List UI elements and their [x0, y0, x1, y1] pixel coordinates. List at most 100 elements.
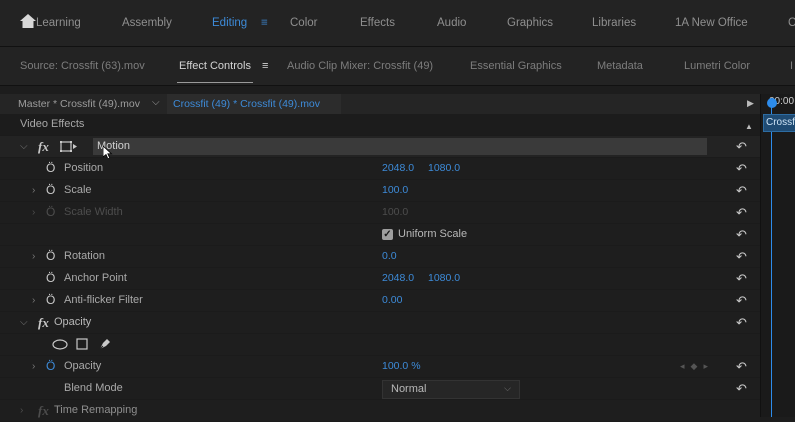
collapse-chevron-icon[interactable]: ⌵ [20, 312, 28, 333]
panel-tab-effect-controls[interactable]: Effect Controls [177, 60, 253, 83]
blend-mode-label: Blend Mode [64, 382, 123, 394]
opacity-effect-label: Opacity [54, 316, 92, 328]
position-row: Ö Position 2048.0 1080.0 ↶ [0, 158, 760, 180]
reset-icon[interactable]: ↶ [736, 224, 747, 245]
rectangle-mask-icon[interactable] [76, 338, 88, 350]
time-remapping-label: Time Remapping [54, 404, 138, 416]
reset-icon[interactable]: ↶ [736, 378, 747, 399]
stopwatch-icon[interactable]: Ö [46, 246, 55, 267]
chevron-down-icon: ⌵ [504, 383, 511, 393]
stopwatch-icon[interactable]: Ö [46, 356, 55, 377]
effect-timeline[interactable]: 00:00 Crossfit [760, 94, 795, 417]
position-y-value[interactable]: 1080.0 [428, 158, 460, 179]
position-x-value[interactable]: 2048.0 [382, 158, 414, 179]
workspace-tab-assembly[interactable]: Assembly [122, 17, 172, 29]
play-icon[interactable]: ▶ [747, 98, 754, 109]
collapse-chevron-icon[interactable]: ⌵ [20, 136, 28, 157]
section-label: Video Effects [20, 118, 85, 130]
stopwatch-icon[interactable]: Ö [46, 158, 55, 179]
stopwatch-icon[interactable]: Ö [46, 268, 55, 289]
fx-icon[interactable]: fx [38, 136, 49, 157]
workspace-tab-audio[interactable]: Audio [437, 17, 466, 29]
workspace-tab-graphics[interactable]: Graphics [507, 17, 553, 29]
scale-value[interactable]: 100.0 [382, 180, 408, 201]
home-icon[interactable] [20, 14, 36, 28]
timeline-clip[interactable]: Crossfit [763, 114, 795, 132]
blend-mode-row: Blend Mode Normal ⌵ ↶ [0, 378, 760, 400]
panel-menu-icon[interactable]: ≡ [262, 60, 268, 72]
anchor-x-value[interactable]: 2048.0 [382, 268, 414, 289]
chevron-down-icon[interactable]: ⌵ [152, 97, 160, 108]
opacity-value[interactable]: 100.0 % [382, 356, 421, 377]
mask-tools-row [0, 334, 760, 356]
expand-chevron-icon[interactable]: › [20, 400, 23, 421]
anti-flicker-value[interactable]: 0.00 [382, 290, 402, 311]
reset-icon[interactable]: ↶ [736, 158, 747, 179]
rotation-label: Rotation [64, 250, 105, 262]
workspace-tab-editing[interactable]: Editing [212, 17, 247, 29]
expand-chevron-icon[interactable]: › [32, 356, 35, 377]
anchor-point-row: Ö Anchor Point 2048.0 1080.0 ↶ [0, 268, 760, 290]
reset-icon[interactable]: ↶ [736, 268, 747, 289]
anti-flicker-label: Anti-flicker Filter [64, 294, 143, 306]
panel-tab-audio-clip-mixer-crossfit-49-[interactable]: Audio Clip Mixer: Crossfit (49) [287, 60, 433, 72]
workspace-tab-c[interactable]: C [788, 17, 795, 29]
reset-icon[interactable]: ↶ [736, 312, 747, 333]
stopwatch-icon[interactable]: Ö [46, 180, 55, 201]
fx-icon[interactable]: fx [38, 312, 49, 333]
clip-selector[interactable]: Crossfit (49) * Crossfit (49).mov [167, 94, 341, 114]
scale-width-value: 100.0 [382, 206, 409, 218]
workspace-bar: Learning Assembly Editing ≡ Color Effects Audi… [0, 0, 795, 47]
ellipse-mask-icon[interactable] [52, 339, 68, 350]
panel-tab-bar: Source: Crossfit (63).mov Effect Controls… [0, 47, 795, 86]
rotation-value[interactable]: 0.0 [382, 246, 397, 267]
reset-icon[interactable]: ↶ [736, 136, 747, 157]
workspace-tab-1a-new-office[interactable]: 1A New Office [675, 17, 748, 29]
reset-icon[interactable]: ↶ [736, 356, 747, 377]
expand-chevron-icon: › [32, 207, 36, 218]
reset-icon[interactable]: ↶ [736, 290, 747, 311]
reset-icon[interactable]: ↶ [736, 180, 747, 201]
scale-row: › Ö Scale 100.0 ↶ [0, 180, 760, 202]
scale-width-row: › Ö Scale Width 100.0 ↶ [0, 202, 760, 224]
stopwatch-icon[interactable]: Ö [46, 290, 55, 311]
effect-controls-header: Master * Crossfit (49).mov ⌵ Crossfit (4… [0, 94, 760, 114]
transform-icon[interactable] [60, 141, 78, 152]
panel-tab-essential-graphics[interactable]: Essential Graphics [470, 60, 562, 72]
anchor-y-value[interactable]: 1080.0 [428, 268, 460, 289]
panel-tab-metadata[interactable]: Metadata [597, 60, 643, 72]
panel-tab-i[interactable]: I [790, 60, 793, 72]
position-label: Position [64, 162, 104, 174]
workspace-tab-color[interactable]: Color [290, 17, 317, 29]
keyframe-navigator[interactable]: ◂◆▸ [680, 356, 714, 377]
expand-chevron-icon[interactable]: › [32, 290, 35, 311]
expand-chevron-icon[interactable]: › [32, 180, 35, 201]
workspace-menu-icon[interactable]: ≡ [261, 17, 268, 29]
time-remapping-row[interactable]: › fx Time Remapping [0, 400, 760, 422]
video-effects-header: Video Effects ▲ [0, 114, 760, 136]
panel-tab-source-crossfit-63-mov[interactable]: Source: Crossfit (63).mov [20, 60, 145, 72]
uniform-scale-checkbox[interactable]: ✓ [382, 229, 393, 240]
motion-effect-row[interactable]: ⌵ fx Motion ↶ [0, 136, 760, 160]
scale-width-label: Scale Width [64, 206, 123, 218]
panel-tab-lumetri-color[interactable]: Lumetri Color [684, 60, 750, 72]
stopwatch-icon: Ö [46, 205, 56, 219]
pen-mask-icon[interactable] [98, 337, 112, 351]
reset-icon[interactable]: ↶ [736, 202, 747, 223]
blend-mode-value: Normal [391, 383, 427, 395]
playhead-line [771, 106, 772, 417]
reset-icon[interactable]: ↶ [736, 246, 747, 267]
opacity-effect-row[interactable]: ⌵ fx Opacity ↶ [0, 312, 760, 334]
playhead-handle[interactable] [767, 98, 777, 108]
workspace-tab-effects[interactable]: Effects [360, 17, 395, 29]
blend-mode-select[interactable]: Normal ⌵ [382, 380, 520, 399]
uniform-scale-label: Uniform Scale [398, 228, 468, 240]
expand-chevron-icon[interactable]: › [32, 246, 35, 267]
anti-flicker-row: › Ö Anti-flicker Filter 0.00 ↶ [0, 290, 760, 312]
workspace-tab-learning[interactable]: Learning [36, 17, 81, 29]
workspace-tab-libraries[interactable]: Libraries [592, 17, 636, 29]
fx-icon: fx [38, 403, 49, 418]
scale-label: Scale [64, 184, 92, 196]
scroll-up-icon[interactable]: ▲ [745, 116, 753, 137]
master-clip-label[interactable]: Master * Crossfit (49).mov [18, 98, 140, 110]
